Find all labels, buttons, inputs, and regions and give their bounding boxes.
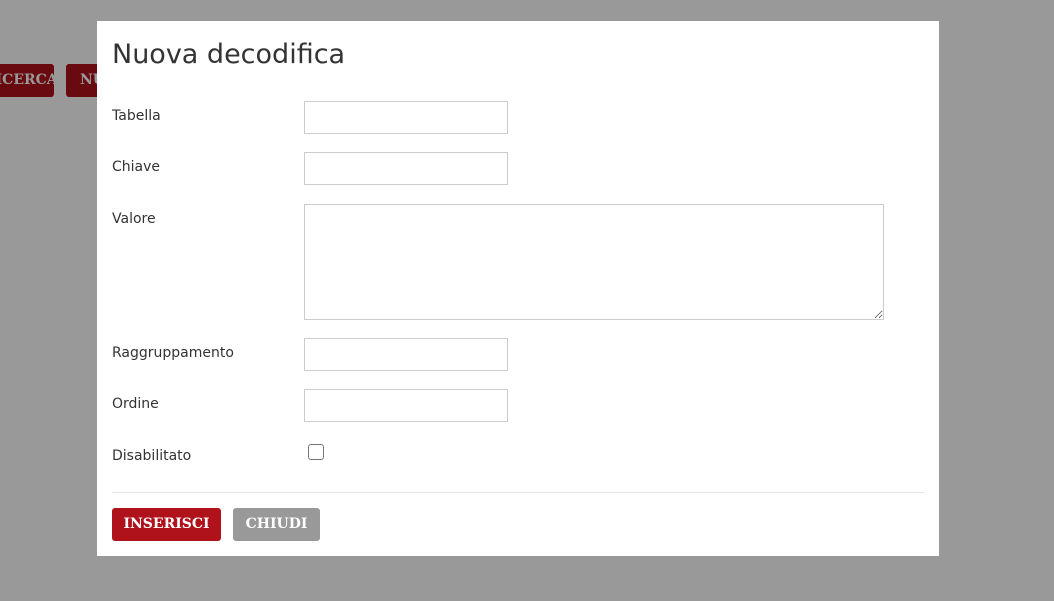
disabilitato-checkbox[interactable]	[308, 444, 324, 460]
insert-button[interactable]: INSERISCI	[112, 508, 221, 541]
ordine-input[interactable]	[304, 389, 508, 422]
raggruppamento-input[interactable]	[304, 338, 508, 371]
close-button[interactable]: CHIUDI	[233, 508, 320, 541]
ordine-label: Ordine	[112, 396, 159, 412]
footer-divider	[112, 492, 924, 493]
chiave-input[interactable]	[304, 152, 508, 185]
dialog-title: Nuova decodifica	[112, 39, 346, 70]
disabilitato-label: Disabilitato	[112, 448, 192, 464]
chiave-label: Chiave	[112, 159, 161, 175]
valore-textarea[interactable]	[304, 204, 884, 320]
tabella-label: Tabella	[112, 108, 161, 124]
raggruppamento-label: Raggruppamento	[112, 345, 234, 361]
valore-label: Valore	[112, 211, 156, 227]
new-decode-dialog: Nuova decodifica Tabella Chiave Valore R…	[97, 21, 939, 556]
tabella-input[interactable]	[304, 101, 508, 134]
